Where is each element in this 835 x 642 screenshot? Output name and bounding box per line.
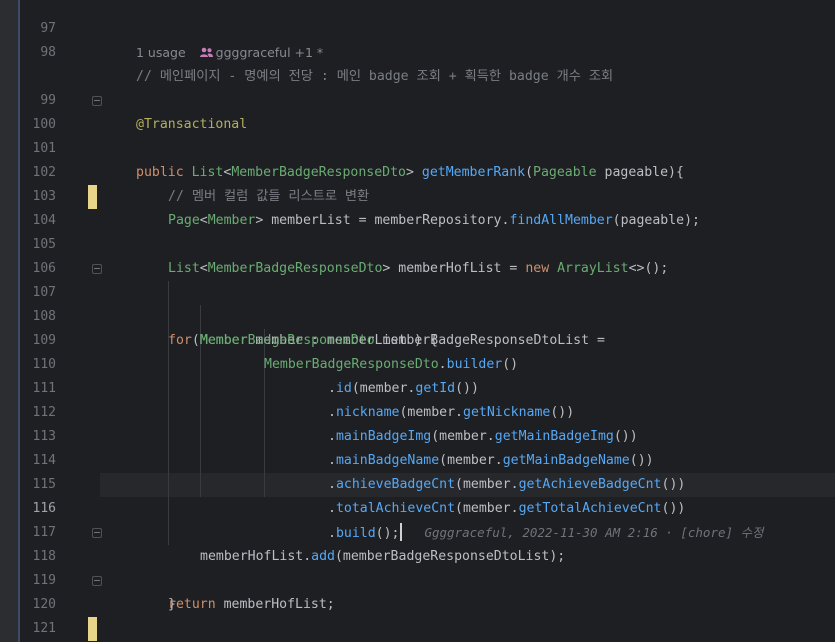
code-line[interactable]: 119 return memberHofList;	[0, 545, 835, 612]
fold-toggle[interactable]	[92, 96, 102, 106]
code-line[interactable]: 108 MemberBadgeResponseDto memberBadgeRe…	[0, 281, 835, 348]
user-group-icon	[199, 41, 213, 65]
code-line[interactable]: 101	[0, 113, 835, 156]
code-line[interactable]: 99 @Transactional	[0, 65, 835, 132]
code-line[interactable]: 105 List<MemberBadgeResponseDto> memberH…	[0, 209, 835, 276]
code-line[interactable]: 110 .id(member.getId())	[0, 329, 835, 396]
fold-toggle[interactable]	[92, 264, 102, 274]
usage-inlay-hint[interactable]: 1 usage ggggraceful +1 *	[136, 41, 323, 65]
code-line[interactable]: 121 }	[0, 593, 835, 636]
code-line[interactable]: 122	[0, 617, 835, 641]
code-line[interactable]: 102 // 멤버 컬럼 값들 리스트로 변환	[0, 137, 835, 204]
fold-toggle[interactable]	[92, 528, 102, 538]
code-editor[interactable]: 97 98 // 메인페이지 - 명예의 전당 : 메인 badge 조회 + …	[0, 0, 835, 642]
code-line[interactable]: 107 for(Member member : memberList ) {	[0, 257, 835, 348]
code-line[interactable]: 118 }	[0, 521, 835, 612]
code-line[interactable]: 120 }	[0, 569, 835, 612]
author-name[interactable]: ggggraceful +1 *	[216, 45, 324, 60]
code-line[interactable]: 103 Page<Member> memberList = memberRepo…	[0, 161, 835, 228]
usage-count[interactable]: 1 usage	[136, 45, 186, 60]
fold-toggle[interactable]	[92, 576, 102, 586]
code-line[interactable]: 104	[0, 185, 835, 228]
code-line[interactable]: 106	[0, 233, 835, 276]
code-line[interactable]: 98 // 메인페이지 - 명예의 전당 : 메인 badge 조회 + 획득한…	[0, 17, 835, 84]
code-line[interactable]: 111 .nickname(member.getNickname())	[0, 353, 835, 420]
code-line[interactable]: 100 public List<MemberBadgeResponseDto> …	[0, 89, 835, 180]
code-line[interactable]: 109 MemberBadgeResponseDto.builder()	[0, 305, 835, 372]
code-line[interactable]: 117 memberHofList.add(memberBadgeRespons…	[0, 497, 835, 564]
code-line[interactable]: 113 .mainBadgeName(member.getMainBadgeNa…	[0, 401, 835, 468]
code-line[interactable]: 97	[0, 0, 835, 36]
code-line[interactable]: 115 .totalAchieveCnt(member.getTotalAchi…	[0, 449, 835, 516]
code-line[interactable]: 114 .achieveBadgeCnt(member.getAchieveBa…	[0, 425, 835, 492]
code-line-current[interactable]: 116 .build(); Ggggraceful, 2022-11-30 AM …	[0, 473, 835, 541]
code-line[interactable]: 112 .mainBadgeImg(member.getMainBadgeImg…	[0, 377, 835, 444]
line-number: 98	[40, 45, 56, 60]
